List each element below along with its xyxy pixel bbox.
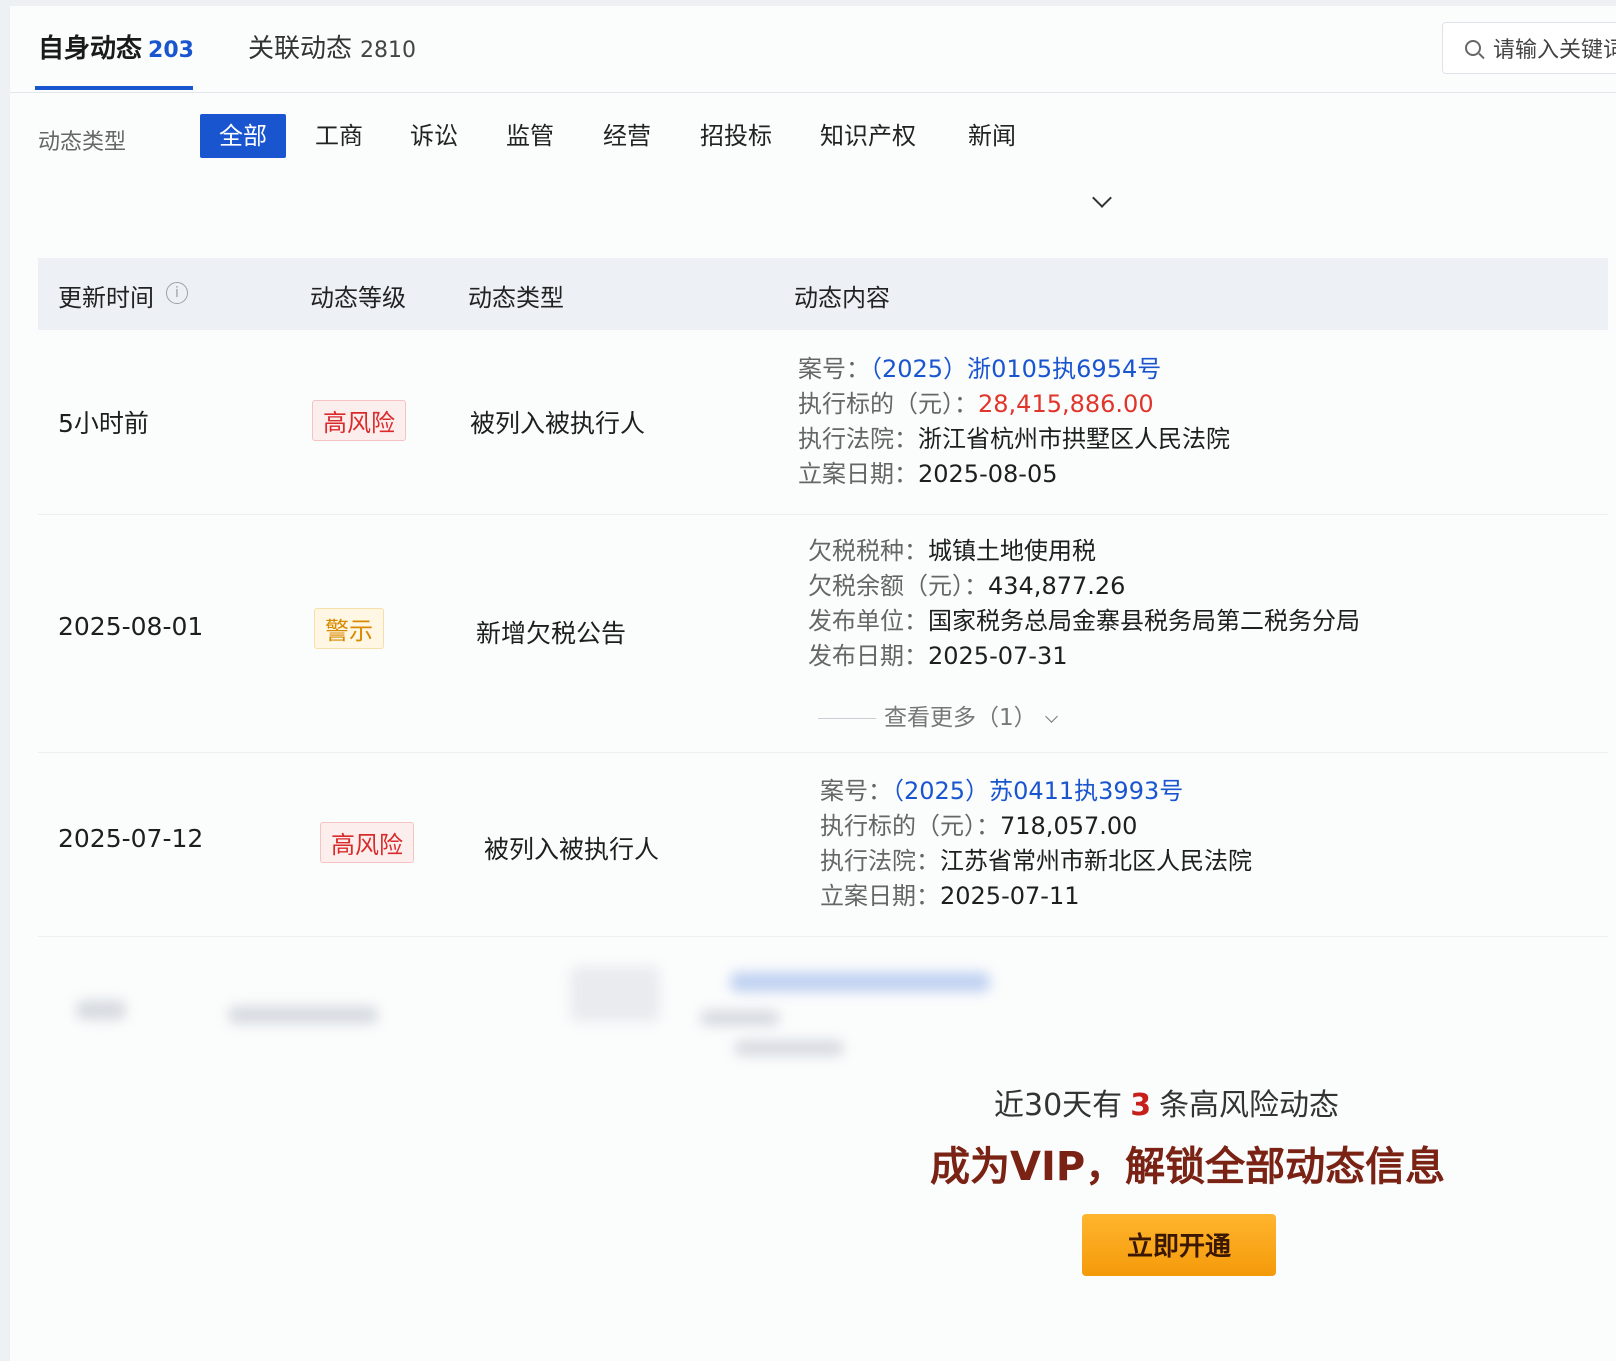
row1-level-badge: 高风险 bbox=[312, 400, 406, 441]
tab-divider bbox=[10, 92, 1616, 93]
search-icon bbox=[1465, 40, 1481, 56]
active-tab-underline bbox=[35, 86, 193, 90]
filter-label: 动态类型 bbox=[38, 130, 127, 155]
page: 自身动态 203 关联动态 2810 请输入关键词 动态类型 全部 工商 诉讼 监管… bbox=[10, 6, 1616, 1361]
tab-related-events[interactable]: 关联动态 2810 bbox=[248, 28, 416, 65]
row3-details: 案号：（2025）苏0411执3993号 执行标的（元）：718,057.00 … bbox=[820, 777, 1252, 910]
row2-level-badge: 警示 bbox=[314, 608, 384, 649]
filter-all[interactable]: 全部 bbox=[200, 114, 286, 158]
filter-news[interactable]: 新闻 bbox=[968, 114, 1016, 158]
row2-type: 新增欠税公告 bbox=[476, 619, 627, 648]
filter-regulation[interactable]: 监管 bbox=[506, 114, 554, 158]
header-level: 动态等级 bbox=[310, 284, 406, 312]
promo-high-risk-count: 近30天有 3 条高风险动态 bbox=[994, 1088, 1340, 1123]
row3-time: 2025-07-12 bbox=[58, 824, 204, 853]
row-divider bbox=[38, 752, 1608, 753]
info-icon[interactable]: i bbox=[166, 282, 188, 304]
open-vip-button[interactable]: 立即开通 bbox=[1082, 1214, 1276, 1276]
row2-time: 2025-08-01 bbox=[58, 612, 204, 641]
tab-related-count: 2810 bbox=[360, 38, 417, 63]
filter-business[interactable]: 工商 bbox=[315, 114, 363, 158]
header-content: 动态内容 bbox=[794, 284, 890, 312]
header-update-time: 更新时间 bbox=[58, 284, 154, 312]
row1-type: 被列入被执行人 bbox=[470, 409, 646, 438]
row3-type: 被列入被执行人 bbox=[484, 835, 660, 864]
promo-vip-headline: 成为VIP，解锁全部动态信息 bbox=[930, 1144, 1446, 1190]
view-more-button[interactable]: 查看更多（1） bbox=[818, 698, 1058, 732]
row1-time: 5小时前 bbox=[58, 409, 149, 438]
filter-litigation[interactable]: 诉讼 bbox=[410, 114, 458, 158]
tab-self-label: 自身动态 bbox=[38, 34, 143, 64]
row2-details: 欠税税种：城镇土地使用税 欠税余额（元）：434,877.26 发布单位：国家税… bbox=[808, 537, 1360, 670]
case-number-link[interactable]: （2025）浙0105执6954号 bbox=[870, 355, 1161, 383]
row1-details: 案号：（2025）浙0105执6954号 执行标的（元）：28,415,886.… bbox=[798, 355, 1230, 488]
tab-self-events[interactable]: 自身动态 203 bbox=[38, 28, 194, 65]
search-input[interactable]: 请输入关键词 bbox=[1493, 32, 1616, 64]
filter-ip[interactable]: 知识产权 bbox=[820, 114, 916, 158]
header-type: 动态类型 bbox=[468, 284, 564, 312]
tab-self-count: 203 bbox=[148, 38, 194, 63]
filter-operation[interactable]: 经营 bbox=[603, 114, 651, 158]
row3-level-badge: 高风险 bbox=[320, 822, 414, 863]
chevron-down-icon bbox=[1044, 710, 1058, 723]
tab-related-label: 关联动态 bbox=[248, 34, 353, 64]
filter-bidding[interactable]: 招投标 bbox=[700, 114, 772, 158]
chevron-down-icon[interactable] bbox=[1092, 188, 1112, 208]
case-number-link[interactable]: （2025）苏0411执3993号 bbox=[892, 777, 1183, 805]
search-box[interactable]: 请输入关键词 bbox=[1442, 22, 1616, 74]
row-divider bbox=[38, 936, 1608, 937]
row-divider bbox=[38, 514, 1608, 515]
